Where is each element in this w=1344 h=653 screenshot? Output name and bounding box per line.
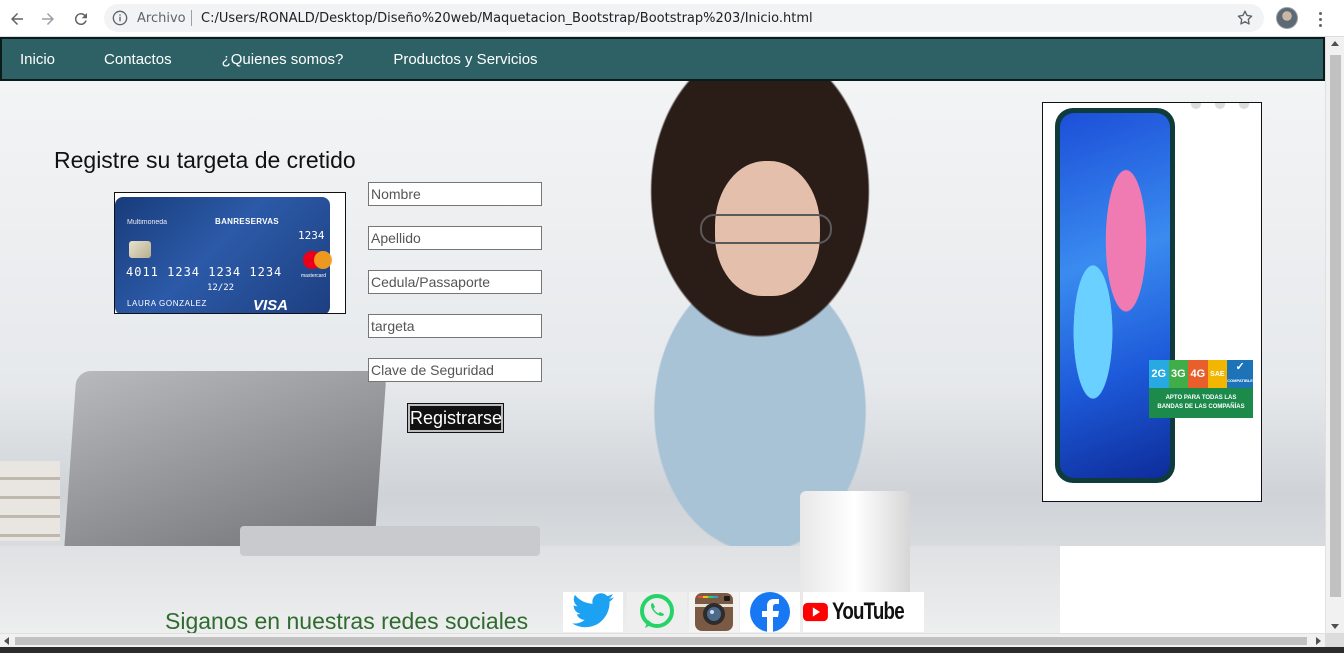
main-navbar: Inicio Contactos ¿Quienes somos? Product… <box>0 37 1325 81</box>
youtube-link[interactable]: YouTube <box>803 592 924 632</box>
back-arrow-icon <box>11 13 23 25</box>
profile-avatar[interactable] <box>1276 7 1298 29</box>
smartphone-image <box>1055 108 1175 483</box>
address-bar[interactable]: Archivo C:/Users/RONALD/Desktop/Diseño%2… <box>104 4 1264 32</box>
apellido-input[interactable] <box>368 226 542 250</box>
scroll-right-arrow-icon[interactable] <box>1316 637 1321 645</box>
registration-title: Registre su targeta de cretido <box>54 147 356 173</box>
nav-link-contactos[interactable]: Contactos <box>86 51 172 68</box>
facebook-icon <box>750 592 790 632</box>
back-button[interactable] <box>4 6 30 32</box>
youtube-icon <box>803 602 828 622</box>
instagram-icon <box>695 593 733 631</box>
card-label: Multimoneda <box>127 219 168 226</box>
clave-seguridad-input[interactable] <box>368 358 542 382</box>
card-holder: LAURA GONZALEZ <box>127 299 207 308</box>
registrarse-button[interactable]: Registrarse <box>407 403 504 433</box>
whatsapp-icon <box>640 594 674 628</box>
photo-books <box>0 461 60 541</box>
badge-sae: SAE <box>1207 360 1228 388</box>
scrollbar-corner <box>1325 633 1344 647</box>
card-chip-icon <box>129 241 151 258</box>
scroll-up-arrow-icon[interactable] <box>1331 41 1339 46</box>
twitter-link[interactable] <box>563 592 623 632</box>
card-number: 4011 1234 1234 1234 <box>126 265 283 279</box>
scheme-label: Archivo <box>137 11 186 26</box>
badge-3g: 3G <box>1168 360 1189 388</box>
scroll-left-arrow-icon[interactable] <box>4 637 9 645</box>
url-text[interactable]: C:/Users/RONALD/Desktop/Diseño%20web/Maq… <box>201 11 813 26</box>
card-bank-logo: BANRESERVAS <box>215 217 279 226</box>
photo-blank-area <box>1060 546 1325 633</box>
divider <box>191 10 192 26</box>
whatsapp-link[interactable] <box>627 592 687 632</box>
social-heading: Siganos en nuestras redes sociales <box>165 608 529 633</box>
instagram-link[interactable] <box>689 592 739 632</box>
nav-link-quienes-somos[interactable]: ¿Quienes somos? <box>204 51 344 68</box>
badge-caption-line2: BANDAS DE LAS COMPAÑÍAS <box>1157 404 1245 410</box>
badge-caption-line1: APTO PARA TODAS LAS <box>1165 395 1237 401</box>
reload-button[interactable] <box>68 6 94 32</box>
browser-toolbar: Archivo C:/Users/RONALD/Desktop/Diseño%2… <box>0 0 1344 37</box>
youtube-wordmark: YouTube <box>831 598 905 625</box>
visa-logo: VISA <box>253 297 289 314</box>
forward-arrow-icon <box>42 13 54 25</box>
nav-link-productos-servicios[interactable]: Productos y Servicios <box>375 51 537 68</box>
reload-icon <box>74 13 87 26</box>
badge-compatible: ✓ COMPATIBLE <box>1227 360 1253 388</box>
facebook-link[interactable] <box>740 592 800 632</box>
twitter-icon <box>572 593 614 628</box>
vertical-scrollbar[interactable] <box>1325 37 1344 633</box>
info-icon[interactable] <box>112 10 128 26</box>
badge-caption: APTO PARA TODAS LAS BANDAS DE LAS COMPAÑ… <box>1149 388 1253 418</box>
horizontal-scroll-thumb[interactable] <box>15 637 1307 645</box>
phone-ad-image[interactable]: 2G 3G 4G SAE ✓ COMPATIBLE APTO PARA TODAS… <box>1042 102 1262 502</box>
nav-link-inicio[interactable]: Inicio <box>2 51 55 68</box>
targeta-input[interactable] <box>368 314 542 338</box>
mastercard-logo-icon <box>303 251 333 271</box>
badge-2g: 2G <box>1149 360 1169 388</box>
badge-compatible-label: COMPATIBLE <box>1227 378 1253 383</box>
card-last4: 1234 <box>298 229 325 242</box>
photo-glasses <box>700 214 832 244</box>
mastercard-label: mastercard <box>301 273 327 279</box>
window-bottom-edge <box>0 647 1344 653</box>
network-compatibility-badge: 2G 3G 4G SAE ✓ COMPATIBLE APTO PARA TODAS… <box>1149 360 1253 418</box>
web-page: Inicio Contactos ¿Quienes somos? Product… <box>0 37 1325 633</box>
badge-4g: 4G <box>1188 360 1208 388</box>
carousel-dots <box>1191 103 1249 109</box>
photo-keyboard <box>240 526 540 556</box>
forward-button[interactable] <box>35 6 61 32</box>
card-expiry: 12/22 <box>207 283 235 293</box>
star-icon[interactable] <box>1236 9 1254 27</box>
vertical-scroll-thumb[interactable] <box>1330 55 1341 597</box>
nombre-input[interactable] <box>368 182 542 206</box>
credit-card-image: Multimoneda BANRESERVAS 1234 4011 1234 1… <box>114 192 346 314</box>
horizontal-scrollbar[interactable] <box>0 633 1325 647</box>
kebab-menu-icon[interactable] <box>1310 8 1330 30</box>
cedula-pasaporte-input[interactable] <box>368 270 542 294</box>
scroll-down-arrow-icon[interactable] <box>1331 624 1339 629</box>
credit-card: Multimoneda BANRESERVAS 1234 4011 1234 1… <box>115 197 333 314</box>
